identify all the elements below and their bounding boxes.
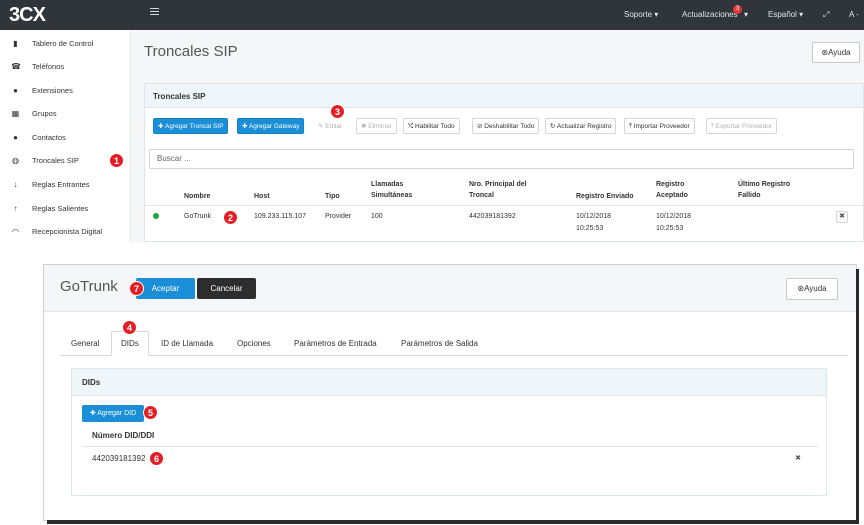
accept-button[interactable]: Aceptar [136, 278, 195, 299]
annotation-badge-7: 7 [129, 281, 144, 296]
nav-actualizaciones-caret[interactable]: ▾ [744, 10, 748, 19]
cell-reg-accepted-date: 10/12/2018 [656, 213, 692, 220]
cell-reg-accepted-time: 10:25:53 [656, 225, 684, 232]
edit-button[interactable]: ✎ Editar [313, 118, 348, 134]
col-header-main-number[interactable]: Nro. Principal del [469, 180, 527, 190]
headset-icon: ◠ [12, 227, 19, 236]
page-title: Troncales SIP [144, 43, 238, 60]
refresh-registration-button[interactable]: ↻ Actualizar Registro [545, 118, 617, 134]
tab-bar-divider [60, 355, 848, 356]
dialog-title: GoTrunk [60, 278, 118, 295]
col-header-last-failed[interactable]: Último Registro [738, 180, 790, 190]
export-provider-button[interactable]: ⤒ Exportar Proveedor [706, 118, 778, 134]
notification-badge: 3 [733, 5, 742, 14]
sidebar-item-phones[interactable]: ☎ Teléfonos [0, 57, 131, 77]
col-header-calls-2: Simultáneas [371, 192, 413, 199]
annotation-badge-4: 4 [122, 320, 137, 335]
annotation-badge-5: 5 [143, 405, 158, 420]
arrow-down-icon: ↓ [13, 180, 18, 189]
did-value[interactable]: 442039181392 [92, 454, 145, 464]
annotation-badge-6: 6 [149, 451, 164, 466]
did-column-header: Número DID/DDI [92, 431, 155, 440]
import-provider-button[interactable]: ⤒ Importar Proveedor [624, 118, 695, 134]
sidebar-item-inbound-rules[interactable]: ↓ Reglas Entrantes [0, 175, 131, 195]
annotation-badge-3: 3 [330, 104, 345, 119]
help-button[interactable]: ⊛Ayuda [812, 42, 860, 63]
enable-all-button[interactable]: ⤭ Habilitar Todo [403, 118, 460, 134]
sidebar-item-contacts[interactable]: ● Contactos [0, 128, 131, 148]
add-did-button[interactable]: ✚ Agregar DID [82, 405, 144, 422]
tab-dids[interactable]: DIDs [121, 339, 139, 348]
col-header-reg-sent[interactable]: Registro Enviado [576, 192, 634, 202]
contact-icon: ● [13, 133, 18, 142]
tab-general[interactable]: General [71, 339, 99, 348]
search-input[interactable]: Buscar ... [149, 149, 854, 169]
col-header-name[interactable]: Nombre [184, 192, 210, 202]
status-indicator [153, 213, 159, 219]
col-header-reg-accepted-2: Aceptado [656, 192, 688, 199]
dids-panel-title: DIDs [82, 378, 101, 387]
delete-button[interactable]: ✖ Eliminar [356, 118, 397, 134]
row-delete-icon[interactable]: ✖ [836, 211, 848, 223]
col-header-type[interactable]: Tipo [325, 192, 340, 202]
cell-main-number: 442039181392 [469, 213, 516, 220]
col-header-main-number-2: Troncal [469, 192, 494, 199]
add-gateway-button[interactable]: ✚ Agregar Gateway [237, 118, 305, 134]
cell-reg-sent-date: 10/12/2018 [576, 213, 612, 220]
grid-icon: ▦ [11, 109, 20, 118]
nav-actualizaciones[interactable]: Actualizaciones [682, 10, 738, 19]
dialog-help-button[interactable]: ⊛Ayuda [786, 278, 838, 300]
tab-options[interactable]: Opciones [237, 339, 271, 348]
cancel-button[interactable]: Cancelar [197, 278, 256, 299]
bar-chart-icon: ▮ [13, 39, 18, 48]
tab-inbound-params[interactable]: Parámetros de Entrada [294, 339, 377, 348]
nav-soporte[interactable]: Soporte ▾ [624, 10, 658, 19]
cell-host: 109.233.115.107 [254, 213, 307, 220]
disable-all-button[interactable]: ⊘ Deshabilitar Todo [472, 118, 540, 134]
col-header-calls[interactable]: Llamadas [371, 180, 403, 190]
annotation-badge-2: 2 [223, 210, 238, 225]
phone-icon: ☎ [11, 62, 21, 71]
cell-reg-sent-time: 10:25:53 [576, 225, 604, 232]
fullscreen-icon[interactable]: ⤢ [823, 10, 829, 20]
col-header-reg-accepted[interactable]: Registro [656, 180, 684, 190]
cell-calls: 100 [371, 213, 383, 220]
sidebar-item-groups[interactable]: ▦ Grupos [0, 104, 131, 124]
logo[interactable]: 3CX [9, 4, 46, 26]
col-header-host[interactable]: Host [254, 192, 270, 202]
user-icon: ● [13, 86, 18, 95]
did-header-divider [82, 446, 818, 447]
annotation-badge-1: 1 [109, 153, 124, 168]
nav-user[interactable]: A - [849, 10, 859, 19]
sidebar-item-dashboard[interactable]: ▮ Tablero de Control [0, 34, 131, 54]
nav-language[interactable]: Español ▾ [768, 10, 803, 19]
arrow-up-icon: ↑ [13, 204, 18, 213]
dids-panel: DIDs [71, 368, 827, 496]
sidebar-item-outbound-rules[interactable]: ↑ Reglas Salientes [0, 199, 131, 219]
col-header-last-failed-2: Fallido [738, 192, 761, 199]
tab-caller-id[interactable]: ID de Llamada [161, 339, 213, 348]
did-delete-icon[interactable]: ✖ [792, 453, 804, 465]
add-sip-trunk-button[interactable]: ✚ Agregar Troncal SIP [153, 118, 229, 134]
cell-type: Provider [325, 213, 352, 220]
panel-title: Troncales SIP [153, 92, 206, 101]
sidebar-item-extensions[interactable]: ● Extensiones [0, 81, 131, 101]
cell-name[interactable]: GoTrunk [184, 212, 211, 222]
tab-outbound-params[interactable]: Parámetros de Salida [401, 339, 478, 348]
menu-toggle-icon[interactable] [150, 8, 159, 17]
globe-icon: ◍ [12, 156, 19, 165]
sidebar-item-digital-receptionist[interactable]: ◠ Recepcionista Digital [0, 222, 131, 242]
table-header-divider [145, 205, 863, 206]
